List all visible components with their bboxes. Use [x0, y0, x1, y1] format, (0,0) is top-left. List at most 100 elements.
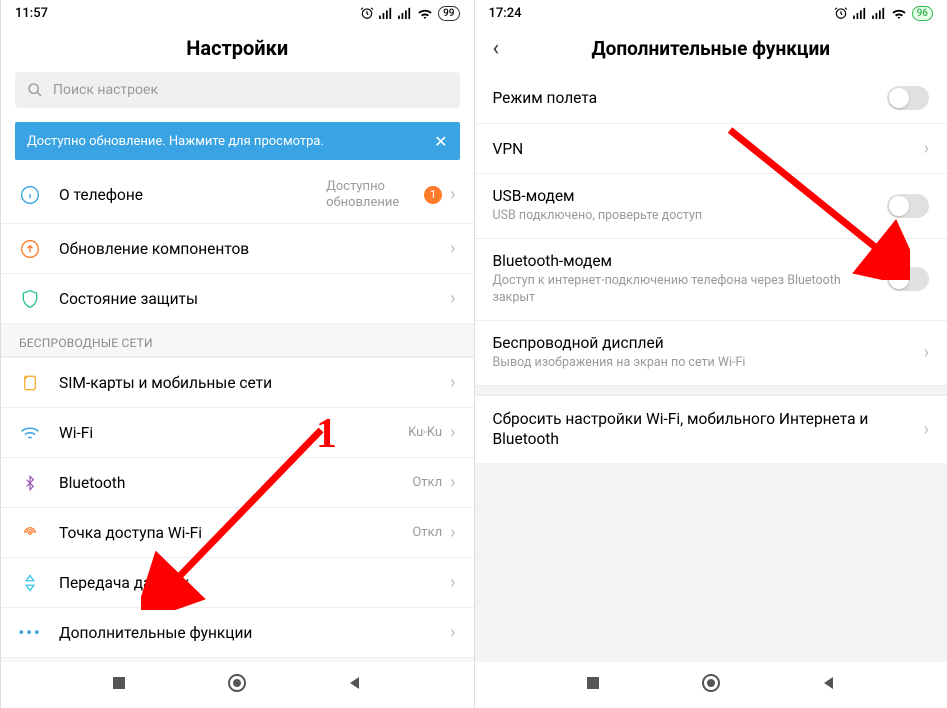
search-input[interactable]: Поиск настроек: [15, 72, 460, 108]
nav-bar: [475, 662, 947, 708]
chevron-right-icon: ›: [450, 572, 455, 593]
row-value: Откл: [412, 525, 442, 540]
row-about-phone[interactable]: О телефоне Доступно обновление 1 ›: [1, 166, 474, 223]
row-label: Точка доступа Wi-Fi: [59, 524, 394, 542]
row-airplane-mode[interactable]: Режим полета: [475, 73, 947, 123]
row-sim-cards[interactable]: SIM-карты и мобильные сети ›: [1, 357, 474, 407]
signal-icon-1: [853, 7, 867, 19]
status-bar: 17:24 96: [475, 0, 947, 26]
section-wireless: БЕСПРОВОДНЫЕ СЕТИ: [1, 323, 474, 357]
row-label: Режим полета: [493, 89, 870, 107]
upload-icon: [20, 239, 40, 259]
row-component-updates[interactable]: Обновление компонентов ›: [1, 223, 474, 273]
status-time: 17:24: [489, 6, 522, 21]
row-wifi[interactable]: Wi-Fi Ku-Ku ›: [1, 407, 474, 457]
status-bar: 11:57 99: [1, 0, 474, 26]
row-usb-tethering[interactable]: USB-модем USB подключено, проверьте дост…: [475, 173, 947, 238]
status-icons: 96: [834, 6, 933, 21]
chevron-right-icon: ›: [450, 238, 455, 259]
signal-icon-2: [398, 7, 412, 19]
row-wireless-display[interactable]: Беспроводной дисплей Вывод изображения н…: [475, 320, 947, 385]
blank-area: [475, 463, 947, 662]
wifi-icon: [20, 425, 40, 441]
chevron-right-icon: ›: [450, 522, 455, 543]
settings-list: О телефоне Доступно обновление 1 › Обнов…: [1, 166, 474, 662]
nav-bar: [1, 662, 474, 708]
search-icon: [27, 82, 43, 98]
info-icon: [20, 185, 40, 205]
row-reset-network[interactable]: Сбросить настройки Wi-Fi, мобильного Инт…: [475, 395, 947, 464]
update-banner[interactable]: Доступно обновление. Нажмите для просмот…: [15, 122, 460, 160]
chevron-right-icon: ›: [450, 372, 455, 393]
wifi-icon: [891, 7, 907, 19]
row-label: Сбросить настройки Wi-Fi, мобильного Инт…: [493, 409, 906, 451]
page-title: Дополнительные функции: [493, 37, 930, 60]
row-label: Дополнительные функции: [59, 624, 432, 642]
signal-icon-2: [872, 7, 886, 19]
nav-recent[interactable]: [111, 675, 127, 695]
row-sublabel: Доступ к интернет-подключению телефона ч…: [493, 273, 870, 307]
row-vpn[interactable]: VPN ›: [475, 123, 947, 173]
settings-screen-left: 11:57 99 Настройки Поиск настроек Доступ…: [0, 0, 474, 708]
row-label: Bluetooth-модем: [493, 252, 870, 270]
signal-icon-1: [379, 7, 393, 19]
settings-list: Режим полета VPN › USB-модем USB подключ…: [475, 73, 947, 662]
settings-screen-right: 17:24 96 ‹ Дополнительные функции Режим …: [474, 0, 947, 708]
row-label: VPN: [493, 140, 906, 158]
chevron-right-icon: ›: [450, 422, 455, 443]
battery-indicator: 96: [912, 6, 933, 21]
update-banner-text: Доступно обновление. Нажмите для просмот…: [27, 134, 324, 149]
row-hotspot[interactable]: Точка доступа Wi-Fi Откл ›: [1, 507, 474, 557]
sim-icon: [21, 373, 39, 393]
row-label: Состояние защиты: [59, 290, 432, 308]
nav-back[interactable]: [347, 675, 363, 695]
row-value: Откл: [412, 475, 442, 490]
toggle-bluetooth[interactable]: [887, 267, 929, 291]
toggle-usb[interactable]: [887, 194, 929, 218]
toggle-airplane[interactable]: [887, 86, 929, 110]
alarm-icon: [834, 6, 848, 20]
row-label: USB-модем: [493, 187, 870, 205]
row-label: Беспроводной дисплей: [493, 334, 906, 352]
row-bluetooth-tethering[interactable]: Bluetooth-модем Доступ к интернет-подклю…: [475, 238, 947, 320]
hotspot-icon: [20, 525, 40, 541]
page-title: Настройки: [1, 26, 474, 72]
chevron-right-icon: ›: [924, 138, 929, 159]
nav-home[interactable]: [227, 673, 247, 697]
alarm-icon: [360, 6, 374, 20]
wifi-icon: [417, 7, 433, 19]
header: ‹ Дополнительные функции: [475, 26, 947, 73]
nav-home[interactable]: [701, 673, 721, 697]
close-icon[interactable]: ✕: [434, 132, 447, 151]
row-label: Wi-Fi: [59, 424, 390, 442]
row-additional-functions[interactable]: ••• Дополнительные функции ›: [1, 607, 474, 657]
row-value: Доступно обновление: [326, 179, 416, 210]
search-placeholder: Поиск настроек: [53, 82, 158, 98]
row-sublabel: USB подключено, проверьте доступ: [493, 208, 870, 225]
row-label: О телефоне: [59, 186, 308, 204]
data-icon: [21, 573, 39, 593]
chevron-right-icon: ›: [450, 288, 455, 309]
row-label: Передача данных: [59, 574, 432, 592]
chevron-right-icon: ›: [450, 622, 455, 643]
row-label: SIM-карты и мобильные сети: [59, 374, 432, 392]
chevron-right-icon: ›: [450, 184, 455, 205]
shield-icon: [20, 289, 40, 309]
row-data-transfer[interactable]: Передача данных ›: [1, 557, 474, 607]
badge-count: 1: [424, 186, 442, 204]
row-security-status[interactable]: Состояние защиты ›: [1, 273, 474, 323]
bluetooth-icon: [22, 473, 38, 493]
chevron-right-icon: ›: [924, 342, 929, 363]
divider: [475, 385, 947, 395]
row-value: Ku-Ku: [408, 425, 442, 440]
nav-recent[interactable]: [585, 675, 601, 695]
battery-indicator: 99: [438, 6, 459, 21]
status-icons: 99: [360, 6, 459, 21]
row-label: Bluetooth: [59, 474, 394, 492]
status-time: 11:57: [15, 6, 48, 21]
nav-back[interactable]: [821, 675, 837, 695]
row-sublabel: Вывод изображения на экран по сети Wi-Fi: [493, 355, 906, 372]
row-label: Обновление компонентов: [59, 240, 432, 258]
more-icon: •••: [18, 623, 41, 642]
row-bluetooth[interactable]: Bluetooth Откл›: [1, 457, 474, 507]
